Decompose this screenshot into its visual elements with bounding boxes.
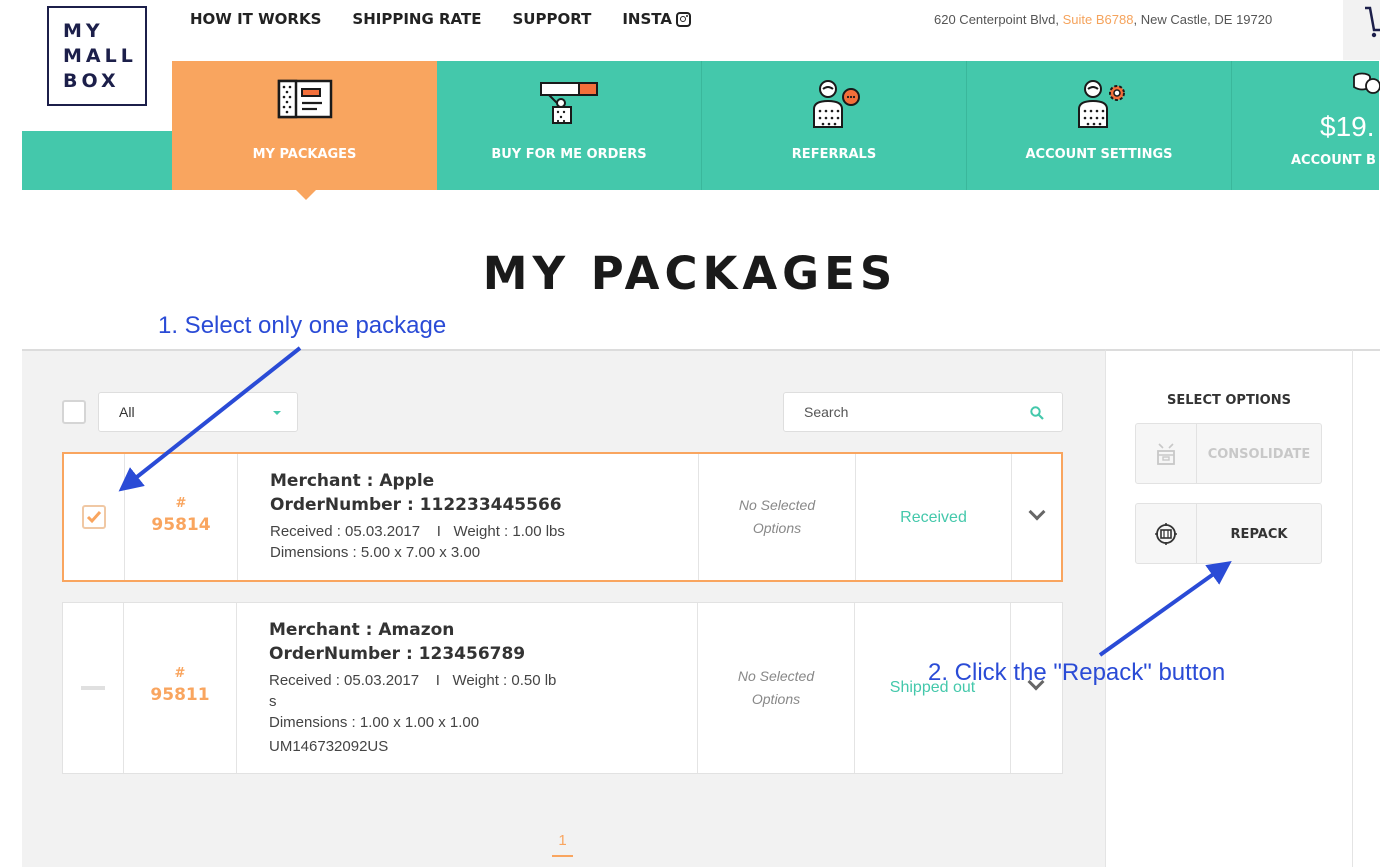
search-icon[interactable] — [1030, 406, 1044, 420]
coins-icon — [1353, 72, 1380, 94]
consolidate-label: CONSOLIDATE — [1207, 447, 1311, 462]
checkmark-icon — [86, 511, 102, 524]
address-city: , New Castle, DE 19720 — [1133, 12, 1273, 27]
logo-line-1: MY — [63, 19, 104, 42]
package-options-line1: No Selected — [738, 497, 816, 513]
active-tab-indicator — [296, 190, 316, 200]
tile-referrals-label: REFERRALS — [791, 147, 877, 162]
filter-value: All — [119, 404, 135, 420]
package-options-cell: No Selected Options — [699, 454, 856, 580]
dropdown-caret-icon — [273, 411, 281, 415]
package-info-cell: Merchant : Amazon OrderNumber : 12345678… — [237, 603, 698, 773]
package-options-line2: Options — [752, 520, 802, 536]
repack-icon — [1155, 522, 1177, 545]
package-status-cell: Shipped out — [855, 603, 1011, 773]
package-status: Received — [900, 509, 967, 526]
package-options-cell: No Selected Options — [698, 603, 855, 773]
select-options-title: SELECT OPTIONS — [1167, 393, 1291, 408]
tile-buy-for-me-orders[interactable]: BUY FOR ME ORDERS — [437, 61, 702, 190]
package-number: 95814 — [151, 515, 211, 535]
buy-for-me-icon — [540, 82, 598, 124]
referrals-icon — [813, 80, 860, 128]
tile-account-settings[interactable]: ACCOUNT SETTINGS — [967, 61, 1232, 190]
nav-how-it-works[interactable]: HOW IT WORKS — [190, 10, 321, 28]
package-row[interactable]: # 95814 Merchant : Apple OrderNumber : 1… — [62, 452, 1063, 582]
cart-button[interactable] — [1343, 0, 1380, 60]
package-status-cell: Received — [856, 454, 1012, 580]
annotation-step-1: 1. Select only one package — [158, 312, 447, 339]
search-box — [783, 392, 1063, 432]
package-order-number: OrderNumber : 123456789 — [269, 644, 526, 664]
tile-account-settings-label: ACCOUNT SETTINGS — [1025, 147, 1173, 162]
repack-button[interactable]: REPACK — [1135, 503, 1322, 564]
package-order-number: OrderNumber : 112233445566 — [270, 495, 562, 515]
package-options-line2: Options — [751, 691, 801, 707]
search-input[interactable] — [804, 404, 1024, 420]
account-navigation: MY PACKAGES BUY FOR ME ORDERS REFERRALS … — [172, 61, 1380, 190]
package-dimensions: Dimensions : 1.00 x 1.00 x 1.00 — [269, 714, 480, 731]
package-checkbox-disabled — [81, 686, 105, 690]
pagination-page-1[interactable]: 1 — [552, 832, 573, 857]
package-checkbox[interactable] — [82, 505, 106, 529]
package-select-cell — [64, 454, 125, 580]
consolidate-icon — [1157, 442, 1175, 465]
nav-insta[interactable]: INSTA — [622, 10, 691, 28]
package-info-cell: Merchant : Apple OrderNumber : 112233445… — [238, 454, 699, 580]
package-received-weight: Received : 05.03.2017 I Weight : 1.00 lb… — [270, 523, 565, 540]
annotation-step-2: 2. Click the "Repack" button — [928, 659, 1226, 686]
nav-shipping-rate[interactable]: SHIPPING RATE — [352, 10, 481, 28]
logo-line-3: BOX — [63, 69, 120, 92]
page-title-text: MY PACKAGES — [482, 247, 898, 300]
tile-account-balance-label: ACCOUNT B — [1291, 153, 1376, 168]
nav-support[interactable]: SUPPORT — [512, 10, 591, 28]
package-options-line1: No Selected — [737, 668, 815, 684]
packages-icon — [277, 79, 332, 119]
package-number-cell: # 95811 — [124, 603, 237, 773]
package-expand-button[interactable] — [1012, 454, 1065, 580]
repack-label: REPACK — [1230, 527, 1288, 542]
package-number: 95811 — [150, 685, 210, 705]
nav-insta-label: INSTA — [622, 10, 672, 28]
tile-my-packages-label: MY PACKAGES — [252, 147, 357, 162]
tile-my-packages[interactable]: MY PACKAGES — [172, 61, 437, 190]
tile-account-balance[interactable]: $19. ACCOUNT B — [1232, 61, 1380, 190]
package-filter-dropdown[interactable]: All — [98, 392, 298, 432]
mymallbox-logo[interactable]: MY MALL BOX — [47, 6, 147, 106]
package-merchant: Merchant : Amazon — [269, 620, 455, 640]
package-expand-button[interactable] — [1011, 603, 1064, 773]
package-hash: # — [175, 496, 187, 511]
right-strip — [1353, 349, 1380, 867]
chevron-down-icon — [1028, 503, 1046, 521]
tile-buy-for-me-label: BUY FOR ME ORDERS — [491, 147, 647, 162]
package-dimensions: Dimensions : 5.00 x 7.00 x 3.00 — [270, 544, 481, 561]
package-hash: # — [174, 666, 186, 681]
tile-referrals[interactable]: REFERRALS — [702, 61, 967, 190]
warehouse-address: 620 Centerpoint Blvd, Suite B6788, New C… — [934, 12, 1272, 27]
package-number-cell: # 95814 — [125, 454, 238, 580]
consolidate-button[interactable]: CONSOLIDATE — [1135, 423, 1322, 484]
package-tracking-number[interactable]: UM146732092US — [269, 738, 597, 755]
logo-line-2: MALL — [63, 44, 137, 67]
top-navigation: HOW IT WORKS SHIPPING RATE SUPPORT INSTA — [190, 10, 691, 28]
account-settings-icon — [1078, 80, 1125, 128]
address-suite: Suite B6788 — [1062, 12, 1134, 27]
package-select-cell — [63, 603, 124, 773]
package-received-weight: Received : 05.03.2017 I Weight : 0.50 lb — [269, 672, 557, 689]
package-weight-wrap: s — [269, 693, 277, 710]
page-title: MY PACKAGES — [0, 247, 1380, 300]
cart-icon — [1365, 6, 1380, 38]
account-balance-amount: $19. — [1320, 111, 1375, 142]
package-merchant: Merchant : Apple — [270, 471, 435, 491]
instagram-icon — [675, 11, 691, 27]
address-street: 620 Centerpoint Blvd, — [934, 12, 1063, 27]
select-all-checkbox[interactable] — [62, 400, 86, 424]
nav-band-left — [22, 131, 172, 190]
package-row[interactable]: # 95811 Merchant : Amazon OrderNumber : … — [62, 602, 1063, 774]
